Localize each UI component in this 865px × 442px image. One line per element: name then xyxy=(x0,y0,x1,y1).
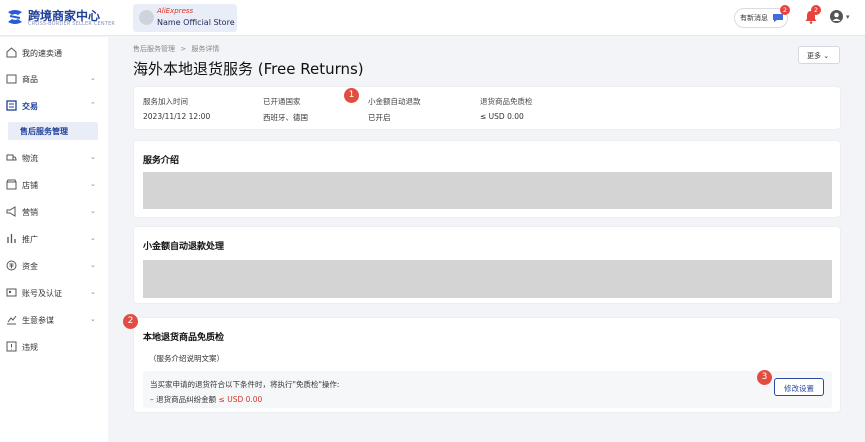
more-label: 更多 ⌄ xyxy=(807,52,830,60)
chevron-down-icon: ⌄ xyxy=(823,52,830,60)
auto-refund-value: 已开启 xyxy=(368,113,391,122)
chevron-down-icon: ⌄ xyxy=(90,153,96,161)
condition-item-label: – 退货商品纠纷金额 xyxy=(150,395,217,404)
free-check-value: ≤ USD 0.00 xyxy=(480,112,524,121)
store-avatar xyxy=(139,10,154,25)
sidebar-item-label: 违规 xyxy=(22,343,38,352)
logistics-icon xyxy=(6,154,17,161)
countries-label: 已开通国家 xyxy=(263,97,301,106)
breadcrumb: 售后服务管理 > 服务详情 xyxy=(133,44,219,54)
funds-icon xyxy=(6,260,17,271)
user-avatar-icon[interactable] xyxy=(830,10,843,23)
condition-item-value: ≤ USD 0.00 xyxy=(218,395,263,404)
sidebar-item-label: 商品 xyxy=(22,75,38,84)
messages-label: 有新消息 xyxy=(740,14,768,22)
top-bar: 跨境商家中心 CROSS-BORDER SELLER CENTER AliExp… xyxy=(0,0,865,36)
sidebar-item-violation[interactable]: 违规 xyxy=(0,334,108,360)
chevron-down-icon: ⌄ xyxy=(90,288,96,296)
store-switcher[interactable]: AliExpress Name Official Store xyxy=(133,4,237,32)
logo-subtitle: CROSS-BORDER SELLER CENTER xyxy=(28,21,116,27)
sidebar-item-label: 店铺 xyxy=(22,181,38,190)
sidebar-item-products[interactable]: 商品 ⌄ xyxy=(0,66,108,92)
chevron-down-icon: ⌄ xyxy=(90,207,96,215)
section-title: 服务介绍 xyxy=(143,156,180,166)
chevron-down-icon: ⌄ xyxy=(90,74,96,82)
service-info-card: 服务加入时间 2023/11/12 12:00 已开通国家 西班牙、德国 小金额… xyxy=(133,86,841,130)
analytics-icon xyxy=(7,315,17,325)
sidebar-item-account[interactable]: 账号及认证 ⌄ xyxy=(0,280,108,306)
sidebar-item-trade[interactable]: 交易 ⌃ xyxy=(0,93,108,119)
sidebar-item-label: 营销 xyxy=(22,208,38,217)
messages-button[interactable]: 有新消息 2 xyxy=(734,5,790,28)
sidebar-item-label: 我的速卖通 xyxy=(22,49,62,58)
sidebar-item-label: 资金 xyxy=(22,262,38,271)
chevron-down-icon[interactable]: ▾ xyxy=(846,13,850,21)
free-check-field: 退货商品免质检 ≤ USD 0.00 xyxy=(480,96,533,121)
sidebar-item-label: 交易 xyxy=(22,102,38,111)
join-time-field: 服务加入时间 2023/11/12 12:00 xyxy=(143,96,210,121)
section-title: 小金额自动退款处理 xyxy=(143,242,225,252)
logo[interactable]: 跨境商家中心 CROSS-BORDER SELLER CENTER xyxy=(6,6,116,32)
logo-icon xyxy=(8,10,22,24)
chevron-up-icon: ⌃ xyxy=(90,101,96,109)
promotion-icon xyxy=(7,234,16,243)
condition-text: 当买家申请的退货符合以下条件时，将执行"免质检"操作: xyxy=(150,380,340,389)
auto-refund-label: 小金额自动退款 xyxy=(368,97,421,106)
home-icon xyxy=(6,47,17,58)
sidebar-subitem-after-sales[interactable]: 售后服务管理 xyxy=(8,122,98,140)
sidebar-item-promotion[interactable]: 推广 ⌄ xyxy=(0,226,108,252)
sidebar-item-logistics[interactable]: 物流 ⌄ xyxy=(0,145,108,171)
sidebar-item-label: 账号及认证 xyxy=(22,289,62,298)
marketing-icon xyxy=(6,206,16,217)
store-icon xyxy=(6,179,17,190)
chevron-down-icon: ⌄ xyxy=(90,234,96,242)
join-time-value: 2023/11/12 12:00 xyxy=(143,112,211,121)
sidebar-item-label: 物流 xyxy=(22,154,38,163)
content-placeholder xyxy=(143,260,832,298)
trade-icon xyxy=(6,100,17,111)
edit-settings-button[interactable]: 修改设置 xyxy=(774,378,824,396)
sidebar-item-funds[interactable]: 资金 ⌄ xyxy=(0,253,108,279)
section-title: 本地退货商品免质检 xyxy=(143,333,225,343)
countries-value: 西班牙、德国 xyxy=(263,113,308,122)
sidebar-subitem-label: 售后服务管理 xyxy=(20,127,68,136)
notifications-badge: 2 xyxy=(811,5,821,15)
more-button[interactable]: 更多 ⌄ xyxy=(798,46,840,64)
section-description: （服务介绍说明文案） xyxy=(149,354,224,363)
chevron-down-icon: ⌄ xyxy=(90,261,96,269)
condition-item: – 退货商品纠纷金额 ≤ USD 0.00 xyxy=(150,394,262,405)
breadcrumb-separator: > xyxy=(180,45,187,53)
page-title: 海外本地退货服务 (Free Returns) xyxy=(133,60,364,78)
sidebar-item-label: 生意参谋 xyxy=(22,316,54,325)
local-return-card: 本地退货商品免质检 （服务介绍说明文案） 当买家申请的退货符合以下条件时，将执行… xyxy=(133,317,841,413)
sidebar-item-marketing[interactable]: 营销 ⌄ xyxy=(0,199,108,225)
annotation-marker-3: 3 xyxy=(757,370,772,385)
free-check-label: 退货商品免质检 xyxy=(480,97,533,106)
sidebar: 我的速卖通 商品 ⌄ 交易 ⌃ 售后服务管理 物流 ⌄ 店铺 ⌄ 营销 ⌄ 推广… xyxy=(0,37,108,442)
annotation-marker-1: 1 xyxy=(344,88,359,103)
auto-refund-card: 小金额自动退款处理 xyxy=(133,226,841,304)
join-time-label: 服务加入时间 xyxy=(143,97,188,106)
auto-refund-field: 小金额自动退款 已开启 xyxy=(368,96,421,123)
sidebar-item-home[interactable]: 我的速卖通 xyxy=(0,40,108,66)
account-icon xyxy=(6,288,17,297)
breadcrumb-current: 服务详情 xyxy=(191,45,220,53)
store-name: Name Official Store xyxy=(157,18,235,27)
messages-badge: 2 xyxy=(780,5,790,15)
service-intro-card: 服务介绍 xyxy=(133,140,841,218)
sidebar-item-store[interactable]: 店铺 ⌄ xyxy=(0,172,108,198)
chevron-down-icon: ⌄ xyxy=(90,315,96,323)
condition-box: 当买家申请的退货符合以下条件时，将执行"免质检"操作: – 退货商品纠纷金额 ≤… xyxy=(143,371,832,408)
sidebar-item-analytics[interactable]: 生意参谋 ⌄ xyxy=(0,307,108,333)
breadcrumb-parent[interactable]: 售后服务管理 xyxy=(133,45,175,53)
content-placeholder xyxy=(143,172,832,209)
product-icon xyxy=(6,74,17,84)
edit-settings-label: 修改设置 xyxy=(784,384,814,393)
chevron-down-icon: ⌄ xyxy=(90,180,96,188)
violation-icon xyxy=(6,341,17,352)
annotation-marker-2: 2 xyxy=(123,314,138,329)
store-brand: AliExpress xyxy=(157,7,194,15)
countries-field: 已开通国家 西班牙、德国 xyxy=(263,96,308,123)
sidebar-item-label: 推广 xyxy=(22,235,38,244)
